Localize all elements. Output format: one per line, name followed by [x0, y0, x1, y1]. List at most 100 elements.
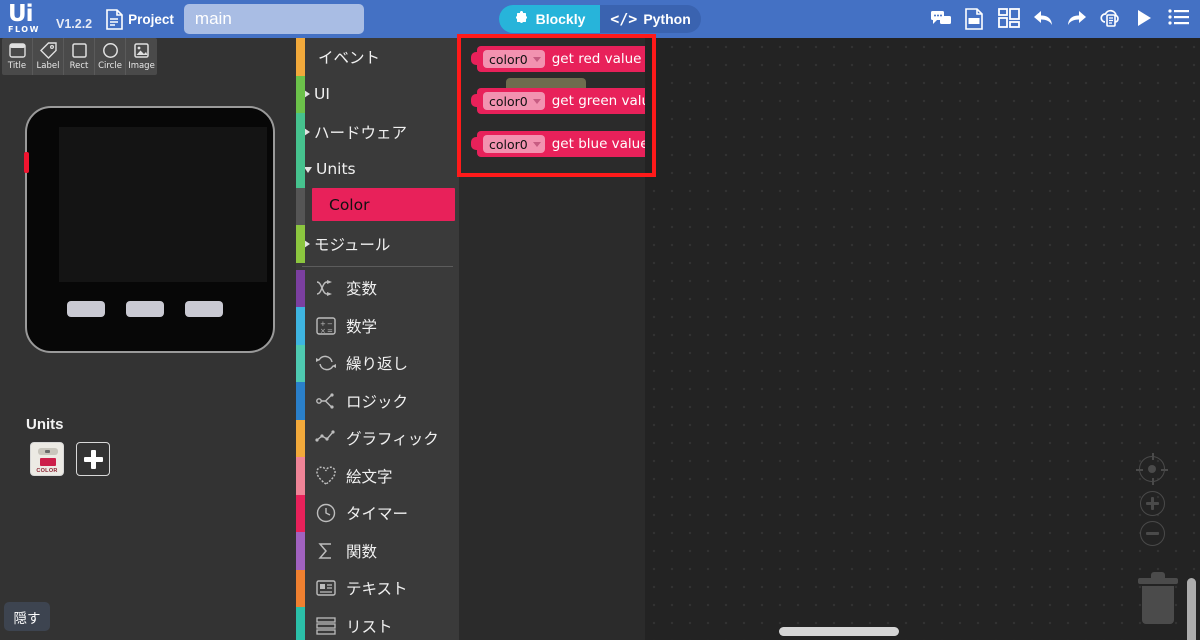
widget-title-label: Title — [7, 61, 27, 71]
target-tick-top — [1151, 453, 1154, 460]
category-graphic-label: グラフィック — [346, 430, 439, 449]
center-target-button[interactable] — [1136, 453, 1168, 485]
run-play-icon[interactable] — [1134, 8, 1156, 30]
widget-rect[interactable]: Rect — [64, 38, 95, 75]
m5stack-device-preview[interactable] — [23, 106, 275, 353]
horizontal-scrollbar[interactable] — [779, 627, 899, 636]
category-logic[interactable]: ロジック — [296, 382, 459, 420]
widget-circle[interactable]: Circle — [95, 38, 126, 75]
block-get-blue-value[interactable]: color0 get blue value — [471, 131, 658, 157]
uiflow-app: Ui FLOW V1.2.2 Project main Blockly </> … — [0, 0, 1200, 640]
category-color-stripe — [296, 75, 305, 113]
chevron-down-icon — [532, 98, 541, 104]
widget-image[interactable]: Image — [126, 38, 157, 75]
category-hardware-label: ハードウェア — [314, 123, 408, 142]
vertical-scrollbar[interactable] — [1187, 578, 1196, 640]
widget-label-label: Label — [36, 61, 60, 71]
unit-color-label: COLOR — [36, 468, 58, 474]
category-color-stripe — [296, 113, 305, 151]
device-screen[interactable] — [59, 127, 267, 282]
editor-mode-toggle: Blockly </> Python — [499, 5, 701, 33]
category-functions-label: 関数 — [346, 542, 378, 561]
target-tick-left — [1136, 468, 1143, 471]
zoom-in-button[interactable] — [1140, 491, 1165, 516]
unit-tile-color[interactable]: COLOR — [30, 442, 64, 476]
chat-icon[interactable] — [930, 8, 952, 30]
category-loops-label: 繰り返し — [346, 355, 409, 374]
unit-color-sensor — [40, 458, 56, 466]
category-event[interactable]: イベント — [296, 38, 459, 76]
category-emoji-label: 絵文字 — [346, 467, 393, 486]
blockly-workspace-canvas[interactable] — [645, 38, 1200, 640]
category-color-stripe — [296, 307, 305, 345]
device-button-a[interactable] — [67, 301, 105, 317]
target-center-dot — [1148, 465, 1156, 473]
unit-color-port — [45, 450, 50, 453]
sigma-function-icon — [314, 539, 338, 563]
block-get-green-value[interactable]: color0 get green value — [470, 88, 668, 114]
category-variables[interactable]: 変数 — [296, 269, 459, 307]
widget-title[interactable]: Title — [2, 38, 33, 75]
svg-text:=: = — [327, 327, 333, 335]
layout-blocks-icon[interactable] — [998, 8, 1020, 30]
file-settings-icon[interactable] — [964, 8, 986, 30]
tab-blockly[interactable]: Blockly — [499, 5, 600, 33]
hide-panel-button[interactable]: 隠す — [4, 602, 50, 631]
category-color-stripe — [296, 532, 305, 570]
category-functions[interactable]: 関数 — [296, 532, 459, 570]
zoom-out-button[interactable] — [1140, 521, 1165, 546]
block-category-tree: イベント UI ハードウェア Units Color モジュール 変数 + − … — [296, 38, 459, 640]
category-timer-label: タイマー — [346, 505, 409, 524]
list-icon — [314, 614, 338, 638]
block-label: get red value — [551, 51, 642, 67]
undo-icon[interactable] — [1032, 8, 1054, 30]
category-text[interactable]: テキスト — [296, 569, 459, 607]
category-graphic[interactable]: グラフィック — [296, 419, 459, 457]
device-button-b[interactable] — [126, 301, 164, 317]
category-hardware[interactable]: ハードウェア — [296, 113, 459, 151]
code-brackets-icon: </> — [610, 10, 638, 28]
tab-python-label: Python — [643, 11, 691, 27]
block-dropdown-field[interactable]: color0 — [483, 50, 545, 68]
category-emoji[interactable]: 絵文字 — [296, 457, 459, 495]
redo-icon[interactable] — [1066, 8, 1088, 30]
category-units-label: Units — [316, 160, 356, 179]
category-color-stripe — [296, 225, 305, 263]
category-module[interactable]: モジュール — [296, 225, 459, 263]
category-ui-label: UI — [314, 85, 330, 104]
category-text-label: テキスト — [346, 580, 408, 599]
target-tick-bottom — [1151, 478, 1154, 485]
category-event-label: イベント — [318, 48, 381, 67]
block-dropdown-field[interactable]: color0 — [483, 92, 545, 110]
logo-secondary-text: FLOW — [8, 25, 40, 34]
category-loops[interactable]: 繰り返し — [296, 344, 459, 382]
category-color-stripe — [296, 569, 305, 607]
math-icon: + − × = — [314, 314, 338, 338]
category-color-stripe — [296, 344, 305, 382]
title-icon — [8, 41, 27, 60]
add-unit-button[interactable] — [76, 442, 110, 476]
category-math-label: 数学 — [346, 317, 378, 336]
category-color-stripe — [296, 38, 305, 76]
device-button-c[interactable] — [185, 301, 223, 317]
circle-icon — [101, 41, 120, 60]
trash-lid — [1138, 578, 1178, 584]
category-ui[interactable]: UI — [296, 75, 459, 113]
category-list[interactable]: リスト — [296, 607, 459, 640]
tab-python[interactable]: </> Python — [600, 5, 701, 33]
document-icon — [106, 8, 123, 30]
category-units[interactable]: Units — [296, 150, 459, 188]
category-timer[interactable]: タイマー — [296, 494, 459, 532]
loop-icon — [314, 351, 338, 375]
subcategory-color[interactable]: Color — [312, 188, 455, 221]
device-panel: Title Label Rect Circle Image Units COLO… — [0, 38, 296, 640]
block-get-red-value[interactable]: color0 get red value — [471, 46, 651, 72]
category-math[interactable]: + − × = 数学 — [296, 307, 459, 345]
menu-list-icon[interactable] — [1168, 8, 1190, 30]
trash-can-icon[interactable] — [1138, 572, 1178, 624]
project-name-input[interactable]: main — [183, 4, 364, 34]
cloud-upload-icon[interactable] — [1100, 8, 1122, 30]
block-dropdown-field[interactable]: color0 — [483, 135, 545, 153]
widget-label[interactable]: Label — [33, 38, 64, 75]
logic-icon — [314, 389, 338, 413]
